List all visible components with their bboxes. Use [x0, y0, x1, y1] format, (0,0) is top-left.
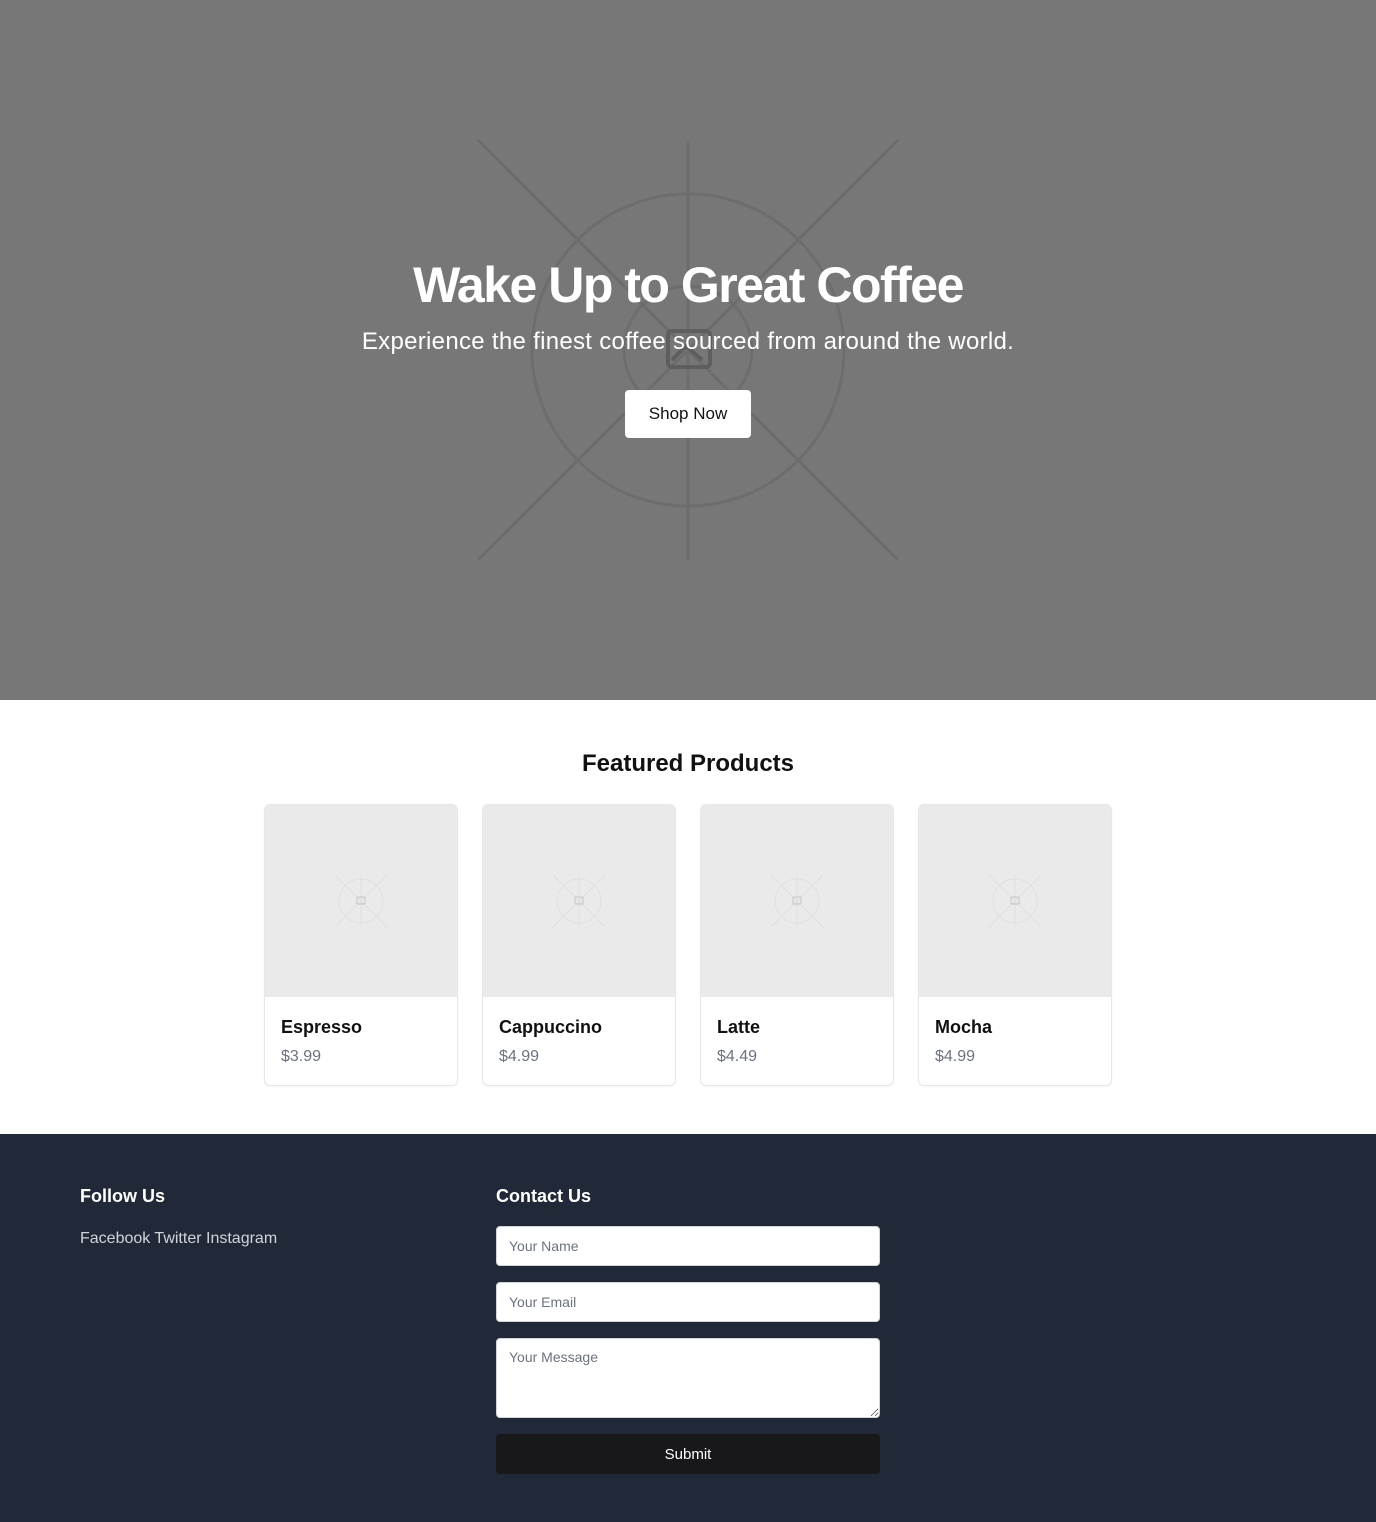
- product-price: $4.99: [935, 1048, 976, 1065]
- shop-now-button[interactable]: Shop Now: [625, 390, 751, 438]
- message-textarea[interactable]: [496, 1338, 880, 1418]
- social-link-facebook[interactable]: Facebook: [80, 1230, 150, 1247]
- footer: Follow Us Facebook Twitter Instagram Con…: [0, 1134, 1376, 1522]
- product-name: Espresso: [281, 1017, 363, 1037]
- product-name: Latte: [717, 1017, 761, 1037]
- product-card-cappuccino[interactable]: Cappuccino $4.99: [482, 804, 676, 1086]
- product-image: [483, 805, 675, 997]
- product-price: $4.99: [499, 1048, 540, 1065]
- product-price: $3.99: [281, 1048, 322, 1065]
- social-link-twitter[interactable]: Twitter: [154, 1230, 201, 1247]
- image-placeholder-icon: [552, 874, 606, 928]
- contact-us-title: Contact Us: [496, 1186, 592, 1206]
- product-price: $4.49: [717, 1048, 758, 1065]
- featured-products-section: Featured Products Espresso $3.99 Cappucc…: [0, 700, 1376, 1134]
- product-card-latte[interactable]: Latte $4.49: [700, 804, 894, 1086]
- social-links: Facebook Twitter Instagram: [80, 1228, 277, 1250]
- image-placeholder-icon: [334, 874, 388, 928]
- product-name: Cappuccino: [499, 1017, 603, 1037]
- email-input[interactable]: [496, 1282, 880, 1322]
- product-name: Mocha: [935, 1017, 993, 1037]
- hero-section: Wake Up to Great Coffee Experience the f…: [0, 0, 1376, 700]
- name-input[interactable]: [496, 1226, 880, 1266]
- hero-title: Wake Up to Great Coffee: [413, 257, 964, 313]
- hero-subtitle: Experience the finest coffee sourced fro…: [361, 328, 1015, 355]
- product-card-mocha[interactable]: Mocha $4.99: [918, 804, 1112, 1086]
- follow-us-title: Follow Us: [80, 1186, 165, 1206]
- product-card-espresso[interactable]: Espresso $3.99: [264, 804, 458, 1086]
- product-image: [701, 805, 893, 997]
- image-placeholder-icon: [770, 874, 824, 928]
- product-image: [919, 805, 1111, 997]
- submit-button[interactable]: Submit: [496, 1434, 880, 1474]
- hero-content: Wake Up to Great Coffee Experience the f…: [0, 0, 1376, 700]
- image-placeholder-icon: [988, 874, 1042, 928]
- featured-products-title: Featured Products: [581, 750, 795, 777]
- social-link-instagram[interactable]: Instagram: [206, 1230, 277, 1247]
- product-image: [265, 805, 457, 997]
